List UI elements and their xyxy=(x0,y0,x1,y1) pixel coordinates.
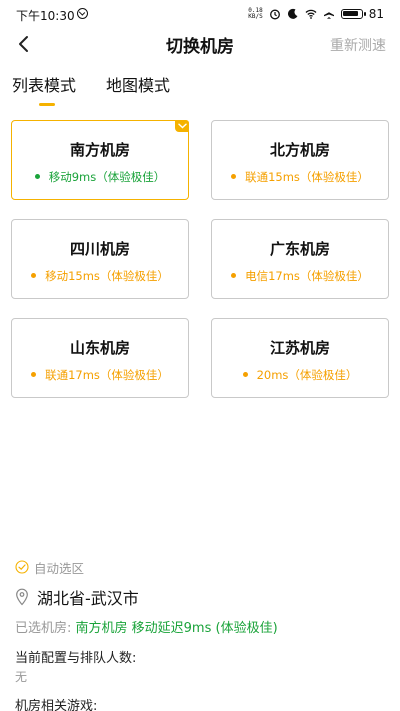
server-name: 江苏机房 xyxy=(269,339,330,357)
location-row: 湖北省-武汉市 xyxy=(15,585,139,609)
related-games-label: 机房相关游戏: xyxy=(15,699,98,711)
server-name: 山东机房 xyxy=(69,339,130,357)
status-icons: 0.18 KB/S 81 xyxy=(248,6,384,22)
config-queue-label: 当前配置与排队人数: xyxy=(15,651,137,666)
server-latency: 电信17ms（体验极佳） xyxy=(212,268,388,284)
latency-dot-icon xyxy=(231,273,237,278)
selected-check-badge xyxy=(175,120,189,132)
server-card-south[interactable]: 南方机房 移动9ms（体验极佳） xyxy=(11,120,189,200)
latency-dot-icon xyxy=(231,174,237,179)
server-name: 广东机房 xyxy=(269,240,330,258)
server-card-jiangsu[interactable]: 江苏机房 20ms（体验极佳） xyxy=(211,318,389,398)
airplane-icon xyxy=(323,9,334,19)
server-name: 四川机房 xyxy=(69,240,130,258)
active-tab-indicator xyxy=(39,103,55,106)
check-circle-icon xyxy=(15,560,29,574)
network-speed-unit: KB/S xyxy=(248,13,263,20)
server-card-north[interactable]: 北方机房 联通15ms（体验极佳） xyxy=(211,120,389,200)
latency-dot-icon xyxy=(242,372,248,377)
server-latency: 20ms（体验极佳） xyxy=(212,367,388,383)
location-pin-icon xyxy=(16,588,28,606)
server-card-sichuan[interactable]: 四川机房 移动15ms（体验极佳） xyxy=(11,219,189,299)
config-queue-value: 无 xyxy=(15,670,28,684)
server-card-guangdong[interactable]: 广东机房 电信17ms（体验极佳） xyxy=(211,219,389,299)
check-icon xyxy=(177,123,187,129)
battery-level: 81 xyxy=(368,7,384,21)
status-bar: 下午10:30 0.18 KB/S 81 xyxy=(0,0,400,28)
server-name: 南方机房 xyxy=(69,141,130,159)
status-time: 下午10:30 xyxy=(16,9,75,23)
server-name: 北方机房 xyxy=(269,141,330,159)
network-speed: 0.18 KB/S xyxy=(248,8,262,20)
mode-tabs: 列表模式 地图模式 xyxy=(0,72,400,108)
do-not-disturb-icon xyxy=(287,8,298,19)
auto-select-label: 自动选区 xyxy=(34,560,85,576)
clock-check-icon xyxy=(77,8,88,19)
alarm-icon xyxy=(269,9,280,20)
selected-server-row: 已选机房: 南方机房 移动延迟9ms (体验极佳) xyxy=(15,617,278,636)
server-latency: 联通15ms（体验极佳） xyxy=(212,169,388,185)
server-latency-text: 20ms（体验极佳） xyxy=(256,368,358,382)
server-card-shandong[interactable]: 山东机房 联通17ms（体验极佳） xyxy=(11,318,189,398)
server-latency-text: 电信17ms（体验极佳） xyxy=(245,269,369,283)
retest-speed-button[interactable]: 重新测速 xyxy=(330,35,386,55)
auto-select-toggle[interactable]: 自动选区 xyxy=(15,558,84,576)
server-latency-text: 移动9ms（体验极佳） xyxy=(48,170,166,184)
battery-icon xyxy=(340,9,366,19)
server-latency-text: 联通15ms（体验极佳） xyxy=(245,170,369,184)
server-latency: 移动9ms（体验极佳） xyxy=(12,169,188,185)
latency-dot-icon xyxy=(34,174,40,179)
wifi-icon xyxy=(305,9,317,19)
selected-server-value: 南方机房 移动延迟9ms (体验极佳) xyxy=(75,621,278,636)
server-latency: 移动15ms（体验极佳） xyxy=(12,268,188,284)
server-latency: 联通17ms（体验极佳） xyxy=(12,367,188,383)
latency-dot-icon xyxy=(31,273,37,278)
location-text: 湖北省-武汉市 xyxy=(37,589,139,608)
latency-dot-icon xyxy=(31,372,37,377)
server-latency-text: 移动15ms（体验极佳） xyxy=(45,269,169,283)
tab-list-mode[interactable]: 列表模式 xyxy=(12,72,76,96)
tab-map-mode[interactable]: 地图模式 xyxy=(106,72,170,96)
selected-server-label: 已选机房: xyxy=(15,621,72,636)
nav-bar: 切换机房 重新测速 xyxy=(0,28,400,60)
server-latency-text: 联通17ms（体验极佳） xyxy=(45,368,169,382)
